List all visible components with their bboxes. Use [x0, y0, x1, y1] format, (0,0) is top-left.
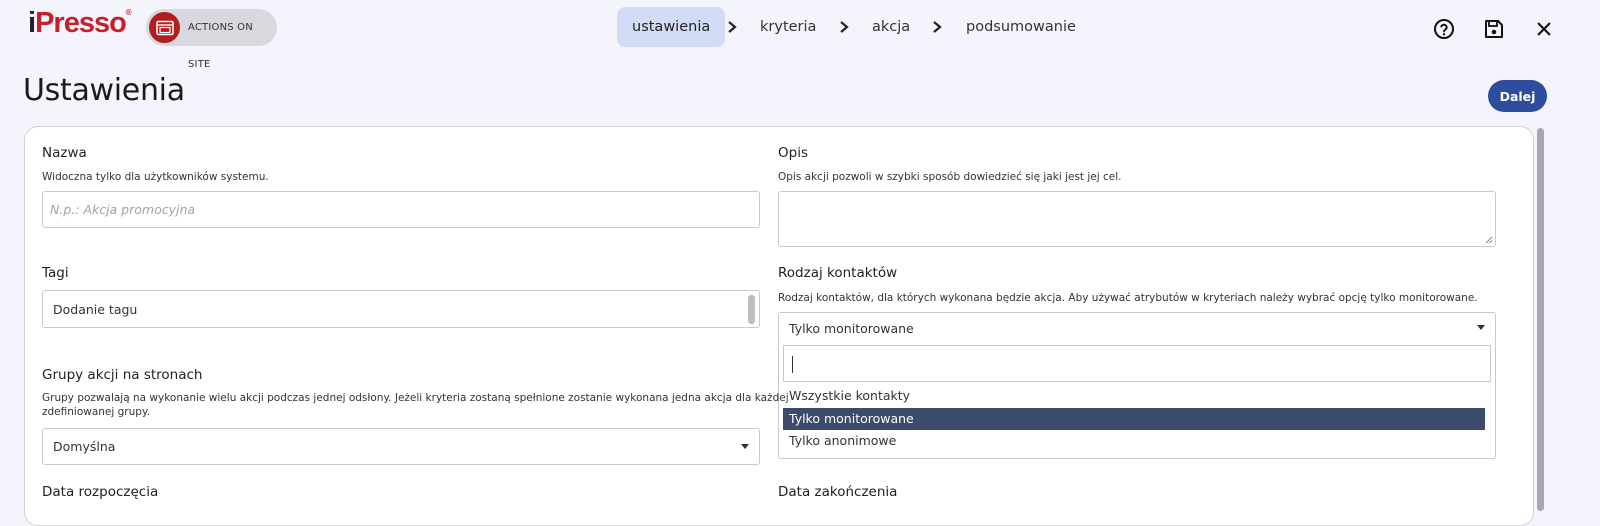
- action-groups-hint-line2: zdefiniowanej grupy.: [42, 406, 150, 418]
- end-date-label: Data zakończenia: [778, 484, 898, 500]
- step-kryteria[interactable]: kryteria: [760, 7, 816, 47]
- option-monitored-only[interactable]: Tylko monitorowane: [783, 408, 1485, 430]
- logo-registered-mark: ®: [125, 8, 132, 17]
- action-groups-label: Grupy akcji na stronach: [42, 367, 203, 383]
- chevron-right-icon: [728, 21, 737, 33]
- chevron-right-icon: [933, 21, 942, 33]
- tags-label: Tagi: [42, 265, 69, 281]
- action-groups-selected: Domyślna: [53, 439, 116, 454]
- caret-down-icon: [741, 443, 749, 449]
- logo-i: i: [28, 7, 36, 39]
- text-cursor: [792, 356, 793, 373]
- option-anonymous-only[interactable]: Tylko anonimowe: [783, 430, 1485, 452]
- name-input[interactable]: [42, 191, 760, 228]
- contact-type-label: Rodzaj kontaktów: [778, 265, 898, 281]
- ipresso-logo[interactable]: iPresso®: [28, 9, 132, 38]
- page-title: Ustawienia: [23, 73, 185, 108]
- module-badge[interactable]: ACTIONS ON SITE: [146, 9, 277, 70]
- step-akcja[interactable]: akcja: [872, 7, 910, 47]
- dropdown-search-input[interactable]: [783, 345, 1491, 382]
- resize-grip-icon[interactable]: [1485, 236, 1493, 244]
- name-label: Nazwa: [42, 145, 87, 161]
- description-hint: Opis akcji pozwoli w szybki sposób dowie…: [778, 171, 1122, 183]
- tags-scrollbar[interactable]: [748, 295, 755, 324]
- start-date-label: Data rozpoczęcia: [42, 484, 159, 500]
- tags-placeholder: Dodanie tagu: [53, 301, 138, 317]
- step-ustawienia[interactable]: ustawienia: [617, 7, 726, 47]
- action-groups-select[interactable]: Domyślna: [42, 428, 760, 465]
- tags-input[interactable]: Dodanie tagu: [42, 290, 760, 328]
- logo-text: Presso: [35, 7, 127, 39]
- next-button[interactable]: Dalej: [1488, 80, 1547, 112]
- browser-window-icon: [149, 12, 180, 43]
- description-label: Opis: [778, 145, 808, 161]
- contact-type-hint: Rodzaj kontaktów, dla których wykonana b…: [778, 292, 1478, 304]
- step-podsumowanie[interactable]: podsumowanie: [966, 7, 1076, 47]
- save-icon[interactable]: [1482, 17, 1506, 41]
- action-groups-hint-line1: Grupy pozwalają na wykonanie wielu akcji…: [42, 392, 789, 404]
- contact-type-selected: Tylko monitorowane: [789, 320, 914, 336]
- top-bar: iPresso® ACTIONS ON SITE ustawienia kryt…: [0, 0, 1600, 70]
- close-icon[interactable]: [1532, 17, 1556, 41]
- help-icon[interactable]: [1432, 17, 1456, 41]
- caret-down-icon: [1477, 325, 1485, 330]
- contact-type-select[interactable]: Tylko monitorowane: [778, 312, 1496, 344]
- option-all-contacts[interactable]: Wszystkie kontakty: [783, 385, 1485, 407]
- name-hint: Widoczna tylko dla użytkowników systemu.: [42, 171, 269, 183]
- module-badge-label: ACTIONS ON SITE: [188, 22, 253, 70]
- description-textarea[interactable]: [778, 191, 1496, 247]
- page-scrollbar[interactable]: [1537, 128, 1544, 511]
- contact-type-dropdown: Wszystkie kontakty Tylko monitorowane Ty…: [778, 343, 1496, 459]
- chevron-right-icon: [840, 21, 849, 33]
